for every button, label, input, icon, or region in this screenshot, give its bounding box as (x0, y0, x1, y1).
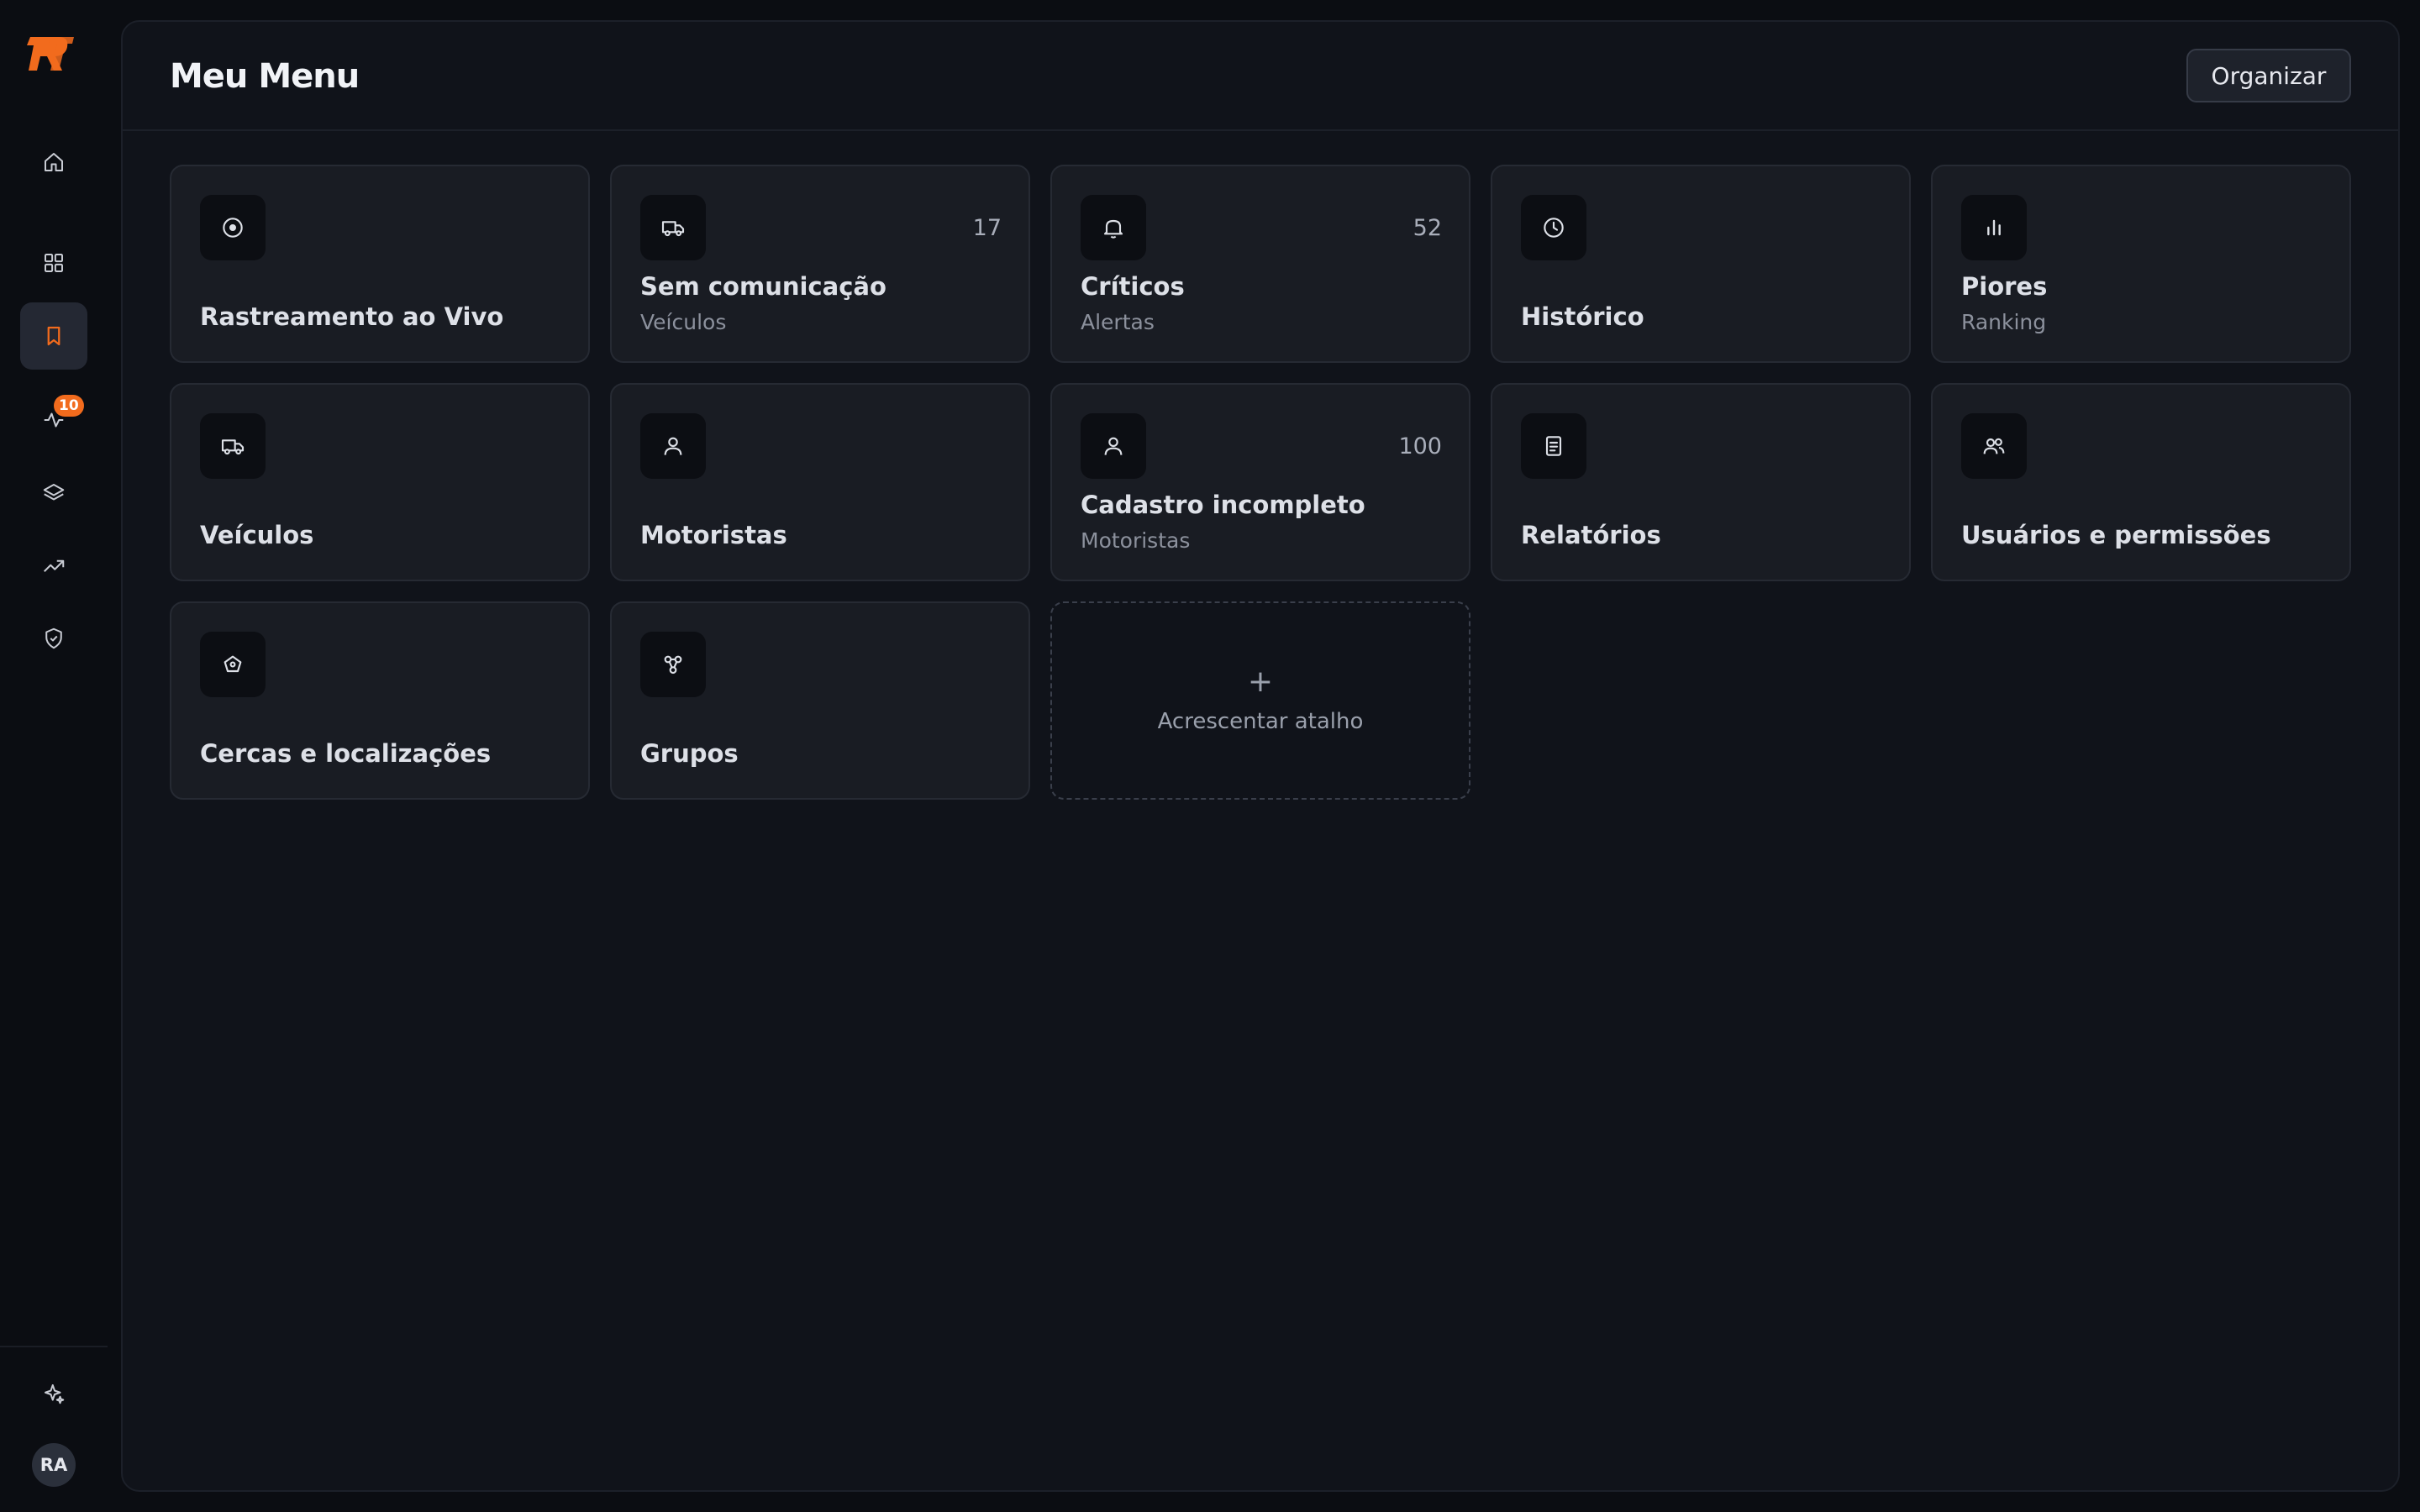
card-icon-wrapper (1961, 195, 2027, 260)
card-no-communication[interactable]: 17 Sem comunicação Veículos (610, 165, 1030, 363)
document-icon (1545, 436, 1562, 456)
page-title: Meu Menu (170, 57, 360, 96)
sidebar-item-ai-assistant[interactable] (20, 1360, 87, 1427)
card-subtitle: Ranking (1961, 310, 2047, 334)
card-live-tracking[interactable]: Rastreamento ao Vivo (170, 165, 590, 363)
card-incomplete-registration[interactable]: 100 Cadastro incompleto Motoristas (1050, 383, 1470, 581)
bell-icon (1103, 219, 1123, 239)
card-icon-wrapper (1961, 413, 2027, 479)
card-title: Rastreamento ao Vivo (200, 302, 504, 331)
sparkle-icon (45, 1384, 65, 1404)
card-reports[interactable]: Relatórios (1491, 383, 1911, 581)
clock-icon (1544, 218, 1564, 238)
user-icon (664, 437, 682, 455)
plus-icon: + (1247, 664, 1274, 699)
card-drivers[interactable]: Motoristas (610, 383, 1030, 581)
card-subtitle: Veículos (640, 310, 727, 334)
main-panel: Meu Menu Organizar Rastreamento ao Vivo … (121, 20, 2400, 1492)
sidebar-item-trends[interactable] (20, 533, 87, 600)
card-subtitle: Alertas (1081, 310, 1155, 334)
page-header: Meu Menu Organizar (123, 22, 2398, 131)
card-icon-wrapper (1081, 195, 1146, 260)
card-title: Histórico (1521, 302, 1644, 331)
card-title: Sem comunicação (640, 272, 886, 301)
user-icon (1104, 437, 1123, 455)
target-icon (223, 218, 243, 238)
card-count: 52 (1413, 215, 1442, 241)
card-users-permissions[interactable]: Usuários e permissões (1931, 383, 2351, 581)
layers-icon (43, 484, 65, 501)
card-icon-wrapper (640, 632, 706, 697)
card-title: Críticos (1081, 272, 1185, 301)
card-title: Grupos (640, 739, 739, 768)
card-icon-wrapper (200, 632, 266, 697)
truck-icon (661, 221, 685, 237)
card-title: Relatórios (1521, 521, 1661, 549)
card-vehicles[interactable]: Veículos (170, 383, 590, 581)
card-title: Veículos (200, 521, 314, 549)
card-title: Usuários e permissões (1961, 521, 2271, 549)
card-icon-wrapper (640, 195, 706, 260)
grid-icon (45, 254, 63, 272)
home-icon (45, 153, 63, 171)
shield-check-icon (45, 627, 62, 649)
sidebar-item-my-menu[interactable] (20, 302, 87, 370)
card-count: 100 (1398, 433, 1442, 459)
organize-button[interactable]: Organizar (2186, 49, 2351, 102)
sidebar-item-activity[interactable]: 10 (20, 386, 87, 454)
card-geofences-locations[interactable]: Cercas e localizações (170, 601, 590, 800)
sidebar-item-home[interactable] (20, 129, 87, 196)
card-subtitle: Motoristas (1081, 528, 1191, 553)
card-icon-wrapper (640, 413, 706, 479)
users-icon (1983, 438, 2005, 454)
geofence-icon (224, 655, 242, 673)
card-worst-ranking[interactable]: Piores Ranking (1931, 165, 2351, 363)
shortcut-grid: Rastreamento ao Vivo 17 Sem comunicação … (170, 165, 2351, 800)
sidebar: 10 RA (0, 0, 108, 1512)
card-icon-wrapper (200, 413, 266, 479)
sidebar-item-layers[interactable] (20, 459, 87, 527)
card-icon-wrapper (1081, 413, 1146, 479)
card-icon-wrapper (1521, 195, 1586, 260)
add-shortcut-label: Acrescentar atalho (1157, 709, 1364, 734)
card-count: 17 (972, 215, 1002, 241)
card-title: Motoristas (640, 521, 787, 549)
add-shortcut-button[interactable]: + Acrescentar atalho (1050, 601, 1470, 800)
card-title: Cercas e localizações (200, 739, 492, 768)
brand-logo[interactable] (25, 34, 82, 74)
card-history[interactable]: Histórico (1491, 165, 1911, 363)
sidebar-item-security[interactable] (20, 605, 87, 672)
truck-icon (221, 439, 245, 455)
groups-icon (664, 655, 682, 675)
card-groups[interactable]: Grupos (610, 601, 1030, 800)
trending-up-icon (44, 559, 65, 572)
bookmark-icon (47, 326, 60, 346)
card-icon-wrapper (1521, 413, 1586, 479)
user-avatar[interactable]: RA (32, 1443, 76, 1487)
bar-chart-icon (1987, 219, 2001, 236)
card-icon-wrapper (200, 195, 266, 260)
card-title: Cadastro incompleto (1081, 491, 1365, 519)
card-title: Piores (1961, 272, 2048, 301)
avatar-initials: RA (39, 1455, 68, 1475)
notification-badge: 10 (54, 395, 84, 417)
sidebar-divider (0, 1346, 108, 1347)
sidebar-item-dashboard[interactable] (20, 229, 87, 297)
card-critical[interactable]: 52 Críticos Alertas (1050, 165, 1470, 363)
